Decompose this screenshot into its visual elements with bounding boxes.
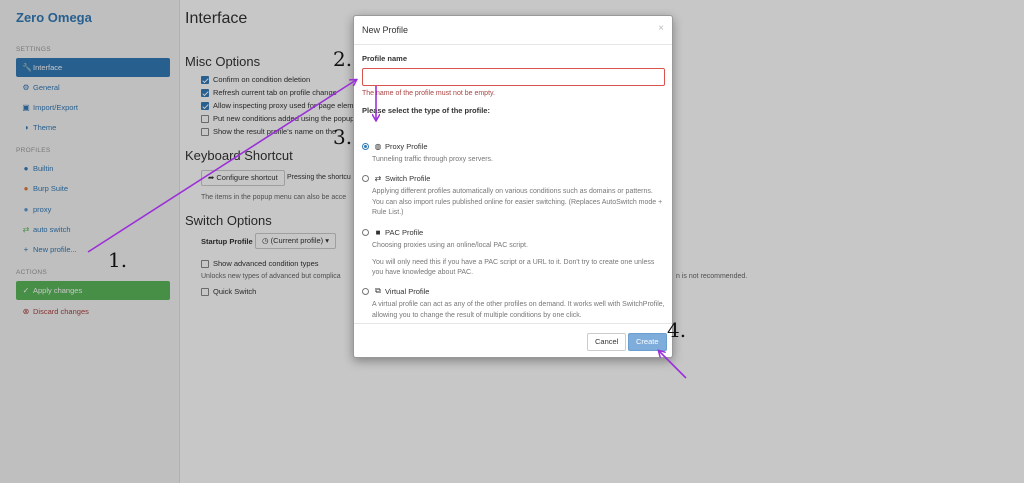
- annotation-label-1: 1.: [108, 248, 128, 272]
- option-name: Switch Profile: [385, 174, 431, 183]
- annotation-label-3: 3.: [333, 125, 353, 149]
- dialog-header: New Profile ×: [354, 16, 672, 45]
- option-description-extra: You will only need this if you have a PA…: [372, 258, 655, 277]
- dialog-title: New Profile: [362, 25, 409, 35]
- switch-icon: ⇄: [374, 174, 382, 183]
- globe-icon: ◍: [374, 142, 382, 151]
- option-name: Virtual Profile: [385, 286, 430, 296]
- profile-type-option-virtual[interactable]: ⧉ Virtual Profile A virtual profile can …: [362, 286, 665, 321]
- dialog-footer: Cancel Create: [354, 323, 672, 359]
- radio-button[interactable]: [362, 143, 369, 150]
- radio-button[interactable]: [362, 175, 369, 182]
- cancel-button[interactable]: Cancel: [587, 333, 627, 351]
- close-icon[interactable]: ×: [658, 23, 664, 34]
- file-icon: ■: [375, 228, 381, 237]
- clone-icon: ⧉: [375, 286, 381, 295]
- annotation-label-2: 2.: [333, 47, 353, 71]
- radio-button[interactable]: [362, 229, 369, 236]
- create-button[interactable]: Create: [628, 333, 667, 351]
- option-description: Choosing proxies using an online/local P…: [372, 242, 528, 249]
- profile-type-label: Please select the type of the profile:: [362, 106, 490, 115]
- radio-button[interactable]: [362, 287, 369, 295]
- option-name: Proxy Profile: [385, 142, 428, 151]
- option-description: A virtual profile can act as any of the …: [372, 301, 665, 319]
- profile-name-input[interactable]: [362, 68, 665, 86]
- profile-type-option-switch[interactable]: ⇄ Switch Profile Applying different prof…: [362, 174, 665, 219]
- profile-type-option-proxy[interactable]: ◍ Proxy Profile Tunneling traffic throug…: [362, 142, 665, 166]
- profile-name-label: Profile name: [362, 54, 408, 63]
- option-name: PAC Profile: [385, 228, 424, 237]
- dialog-body: Profile name The name of the profile mus…: [362, 54, 665, 319]
- new-profile-dialog: New Profile × Profile name The name of t…: [353, 15, 673, 358]
- option-description: Applying different profiles automaticall…: [372, 188, 663, 216]
- annotation-label-4: 4.: [667, 318, 687, 342]
- profile-name-error: The name of the profile must not be empt…: [362, 90, 495, 97]
- profile-type-option-pac[interactable]: ■ PAC Profile Choosing proxies using an …: [362, 228, 665, 279]
- option-description: Tunneling traffic through proxy servers.: [372, 156, 494, 163]
